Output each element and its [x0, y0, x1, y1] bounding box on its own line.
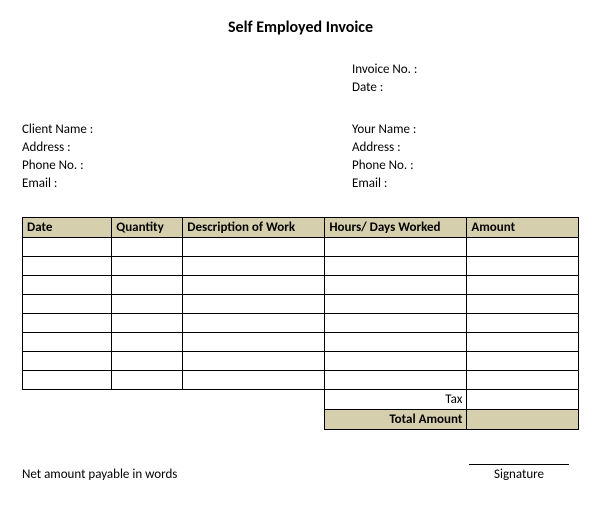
your-address-label: Address : [352, 139, 579, 157]
net-amount-words: Net amount payable in words [22, 467, 177, 482]
party-info: Client Name : Address : Phone No. : Emai… [22, 121, 579, 193]
table-row [23, 371, 579, 390]
footer: Net amount payable in words Signature [22, 464, 579, 482]
table-row [23, 352, 579, 371]
client-address-label: Address : [22, 139, 352, 157]
document-title: Self Employed Invoice [22, 18, 579, 37]
client-phone-label: Phone No. : [22, 157, 352, 175]
table-row [23, 238, 579, 257]
total-label: Total Amount [325, 410, 467, 430]
invoice-date-label: Date : [352, 79, 579, 97]
invoice-no-label: Invoice No. : [352, 61, 579, 79]
line-items-table: Date Quantity Description of Work Hours/… [22, 217, 579, 430]
tax-label: Tax [325, 390, 467, 410]
tax-value [467, 390, 579, 410]
your-phone-label: Phone No. : [352, 157, 579, 175]
table-row [23, 276, 579, 295]
client-email-label: Email : [22, 175, 352, 193]
table-row [23, 314, 579, 333]
your-name-label: Your Name : [352, 121, 579, 139]
total-row: Total Amount [23, 410, 579, 430]
header-amount: Amount [467, 218, 579, 238]
client-name-label: Client Name : [22, 121, 352, 139]
signature-label: Signature [469, 467, 569, 482]
invoice-meta: Invoice No. : Date : [22, 61, 579, 97]
signature-block: Signature [469, 464, 569, 482]
table-row [23, 257, 579, 276]
your-email-label: Email : [352, 175, 579, 193]
table-row [23, 333, 579, 352]
header-quantity: Quantity [112, 218, 183, 238]
signature-line [469, 464, 569, 465]
table-row [23, 295, 579, 314]
total-value [467, 410, 579, 430]
table-header-row: Date Quantity Description of Work Hours/… [23, 218, 579, 238]
header-description: Description of Work [183, 218, 325, 238]
header-hours: Hours/ Days Worked [325, 218, 467, 238]
tax-row: Tax [23, 390, 579, 410]
header-date: Date [23, 218, 112, 238]
